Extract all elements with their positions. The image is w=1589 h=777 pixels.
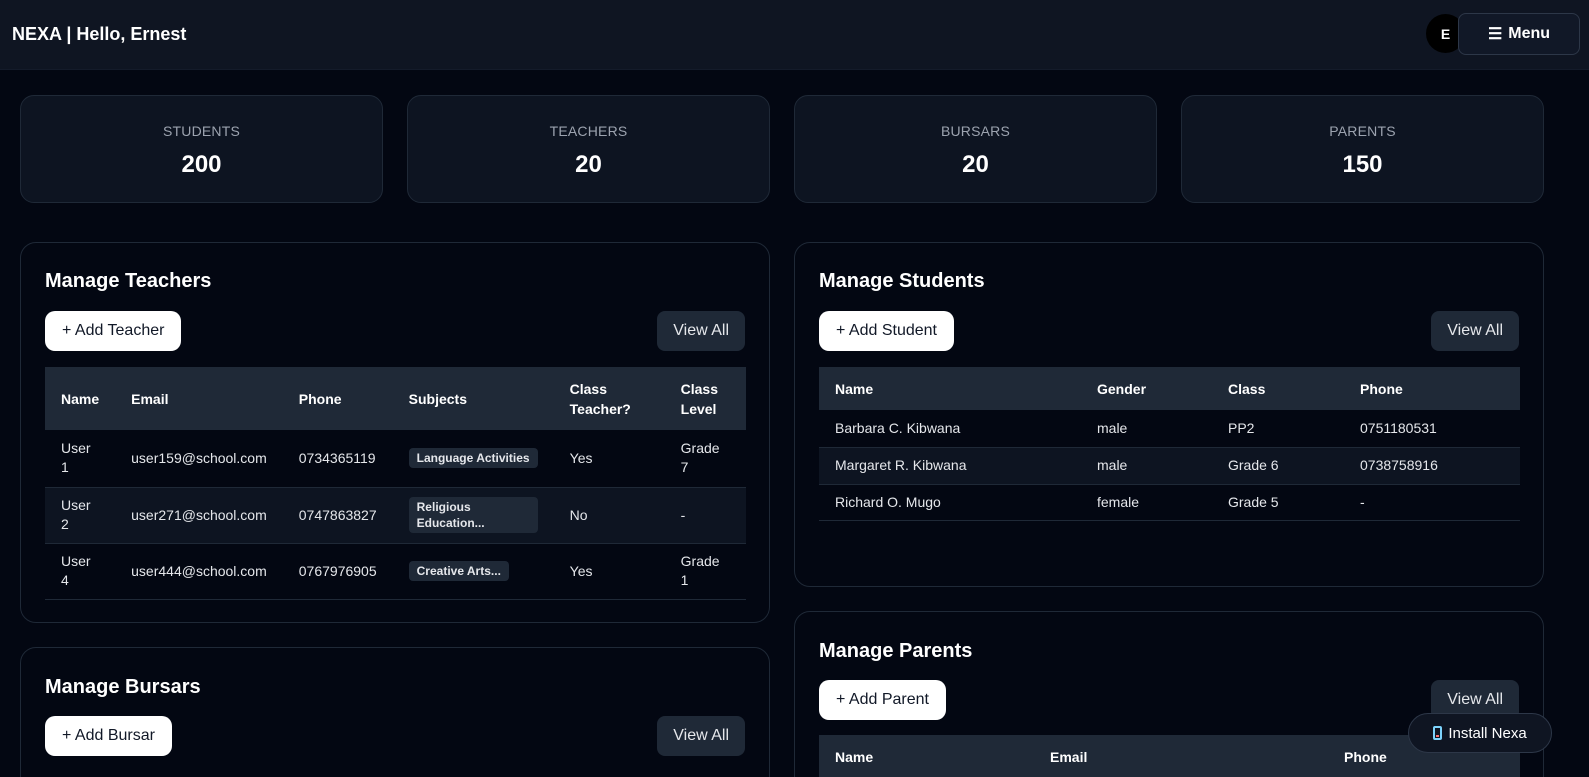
add-bursar-button[interactable]: + Add Bursar [45, 716, 172, 756]
column-header: Name [61, 390, 100, 407]
cell-phone: 0751180531 [1344, 410, 1520, 448]
add-student-button[interactable]: + Add Student [819, 311, 954, 351]
cell-class-level: - [664, 487, 746, 544]
manage-teachers-panel: Manage Teachers + Add Teacher View All N… [20, 242, 770, 623]
table-row[interactable]: User 4 user444@school.com 0767976905 Cre… [45, 543, 746, 600]
cell-name: Margaret R. Kibwana [819, 447, 1081, 485]
panel-title: Manage Teachers [45, 270, 212, 292]
column-header: Email [131, 390, 169, 407]
students-table: Name Gender Class Phone Barbara C. Kibwa… [819, 367, 1520, 521]
subject-chip: Language Activities [408, 448, 538, 469]
column-header: Name [835, 748, 874, 765]
column-header: Class Level [680, 380, 718, 417]
column-header: Gender [1097, 380, 1147, 397]
stat-card-teachers: TEACHERS 20 [407, 95, 770, 203]
stat-value: 20 [962, 151, 989, 178]
stat-card-students: STUDENTS 200 [20, 95, 383, 203]
cell-name: Barbara C. Kibwana [819, 410, 1081, 448]
stat-value: 200 [181, 151, 222, 178]
stat-value: 150 [1342, 151, 1383, 178]
menu-label: Menu [1508, 25, 1551, 42]
stat-card-bursars: BURSARS 20 [794, 95, 1157, 203]
cell-gender: male [1081, 410, 1212, 448]
cell-name: User 4 [45, 543, 116, 600]
add-teacher-button[interactable]: + Add Teacher [45, 311, 182, 351]
column-header: Phone [1360, 380, 1403, 397]
column-header: Subjects [408, 390, 467, 407]
cell-name: User 2 [45, 487, 116, 544]
panel-title: Manage Parents [819, 640, 973, 662]
cell-subjects: Religious Education... [392, 487, 554, 544]
cell-class: Grade 6 [1212, 447, 1344, 485]
subject-chip: Religious Education... [408, 497, 538, 533]
teachers-table: Name Email Phone Subjects Class Teacher?… [45, 367, 746, 600]
stat-label: BURSARS [940, 123, 1011, 139]
install-nexa-button[interactable]: Install Nexa [1408, 713, 1552, 753]
stat-label: PARENTS [1329, 123, 1396, 139]
column-header: Class Teacher? [569, 380, 631, 417]
manage-students-panel: Manage Students + Add Student View All N… [794, 242, 1544, 587]
cell-phone: 0734365119 [282, 430, 393, 488]
cell-gender: female [1081, 484, 1212, 521]
menu-button[interactable]: ☰ Menu [1458, 13, 1580, 55]
view-all-bursars-button[interactable]: View All [657, 716, 745, 756]
cell-class: PP2 [1212, 410, 1344, 448]
add-parent-button[interactable]: + Add Parent [819, 680, 946, 720]
cell-subjects: Creative Arts... [392, 543, 554, 600]
view-all-teachers-button[interactable]: View All [657, 311, 745, 351]
column-header: Class [1228, 380, 1266, 397]
cell-class-teacher: Yes [553, 430, 665, 488]
column-header: Email [1050, 748, 1088, 765]
phone-icon [1433, 726, 1443, 740]
cell-subjects: Language Activities [392, 430, 554, 488]
cell-class-level: Grade 1 [664, 543, 746, 600]
cell-phone: 0767976905 [282, 543, 393, 600]
table-row[interactable]: Richard O. Mugo female Grade 5 - [819, 484, 1520, 521]
cell-class-teacher: Yes [553, 543, 665, 600]
stat-value: 20 [575, 151, 602, 178]
cell-phone: 0738758916 [1344, 447, 1520, 485]
panel-title: Manage Students [819, 270, 985, 292]
table-row[interactable]: User 1 user159@school.com 0734365119 Lan… [45, 430, 746, 488]
cell-phone: - [1344, 484, 1520, 521]
cell-class-level: Grade 7 [664, 430, 746, 488]
column-header: Name [835, 380, 874, 397]
cell-class: Grade 5 [1212, 484, 1344, 521]
cell-email: user444@school.com [115, 543, 283, 600]
install-label: Install Nexa [1448, 724, 1527, 742]
hamburger-icon: ☰ [1487, 26, 1503, 43]
top-bar: NEXA | Hello, Ernest E ☰ Menu [0, 0, 1589, 70]
table-row[interactable]: Barbara C. Kibwana male PP2 0751180531 [819, 410, 1520, 448]
app-brand: NEXA | Hello, Ernest [12, 24, 187, 44]
cell-gender: male [1081, 447, 1212, 485]
view-all-students-button[interactable]: View All [1431, 311, 1519, 351]
panel-title: Manage Bursars [45, 676, 201, 698]
cell-email: user159@school.com [115, 430, 283, 488]
stat-label: TEACHERS [549, 123, 628, 139]
cell-class-teacher: No [553, 487, 665, 544]
cell-name: User 1 [45, 430, 116, 488]
cell-name: Richard O. Mugo [819, 484, 1081, 521]
stat-card-parents: PARENTS 150 [1181, 95, 1544, 203]
manage-bursars-panel: Manage Bursars + Add Bursar View All [20, 647, 770, 777]
table-row[interactable]: Margaret R. Kibwana male Grade 6 0738758… [819, 447, 1520, 485]
table-row[interactable]: User 2 user271@school.com 0747863827 Rel… [45, 487, 746, 544]
stat-label: STUDENTS [162, 123, 241, 139]
cell-email: user271@school.com [115, 487, 283, 544]
subject-chip: Creative Arts... [408, 561, 509, 581]
cell-phone: 0747863827 [282, 487, 393, 544]
column-header: Phone [298, 390, 342, 407]
